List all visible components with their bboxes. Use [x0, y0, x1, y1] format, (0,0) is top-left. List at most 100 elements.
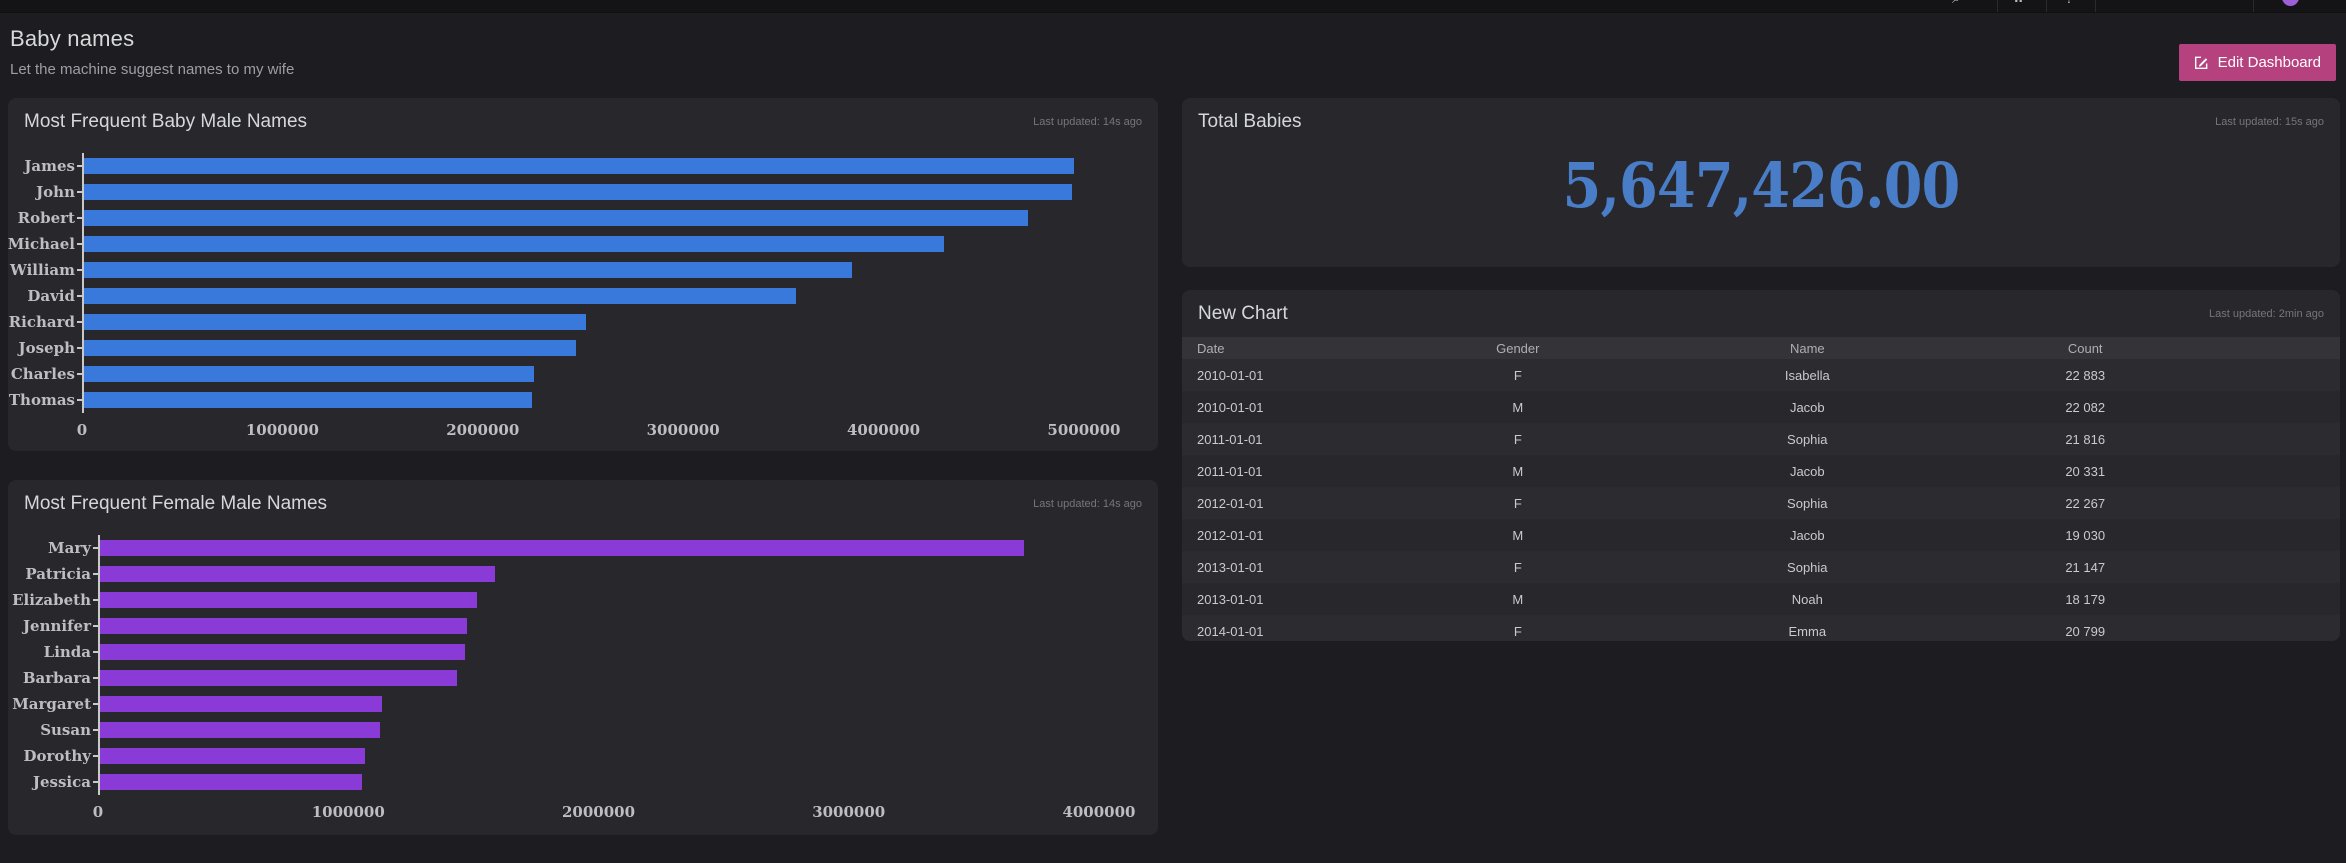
- bar: [84, 340, 576, 356]
- x-tick-label: 2000000: [562, 803, 635, 821]
- bar-row: Susan: [100, 717, 1124, 743]
- table-cell: 2013-01-01: [1182, 592, 1367, 607]
- y-tick-mark: [77, 295, 82, 297]
- panel-total-babies: Total Babies Last updated: 15s ago 5,647…: [1182, 98, 2340, 267]
- topbar-divider: [2046, 0, 2047, 12]
- chart-plot-area: JamesJohnRobertMichaelWilliamDavidRichar…: [82, 153, 1124, 413]
- edit-dashboard-button[interactable]: Edit Dashboard: [2179, 44, 2336, 81]
- bar-category-label: Barbara: [23, 669, 91, 687]
- table-row: 2012-01-01FSophia22 267: [1182, 487, 2340, 519]
- last-updated-label: Last updated: 15s ago: [2215, 116, 2324, 128]
- page-subtitle: Let the machine suggest names to my wife: [10, 61, 2336, 78]
- x-axis: 01000000200000030000004000000: [98, 797, 1124, 825]
- bar: [84, 392, 532, 408]
- table-header-row: DateGenderNameCount: [1182, 337, 2340, 359]
- bar: [100, 748, 365, 764]
- bar: [100, 722, 380, 738]
- table-cell: Jacob: [1668, 464, 1946, 479]
- bar-category-label: David: [27, 287, 75, 305]
- bar-category-label: Richard: [9, 313, 75, 331]
- bar-row: David: [84, 283, 1124, 309]
- table-cell: 2011-01-01: [1182, 464, 1367, 479]
- table-cell: F: [1367, 624, 1668, 639]
- bar-category-label: Robert: [18, 209, 75, 227]
- help-icon[interactable]: ?: [2065, 0, 2073, 6]
- apps-icon[interactable]: ⠿: [2013, 0, 2024, 6]
- male-names-bar-chart: JamesJohnRobertMichaelWilliamDavidRichar…: [24, 153, 1142, 443]
- bar-row: Jessica: [100, 769, 1124, 795]
- bar-category-label: Thomas: [9, 391, 75, 409]
- bar-category-label: Jennifer: [23, 617, 91, 635]
- bar: [84, 184, 1072, 200]
- bar-category-label: Elizabeth: [12, 591, 91, 609]
- y-tick-mark: [77, 321, 82, 323]
- topbar-divider: [2253, 0, 2254, 12]
- x-tick-label: 3000000: [647, 421, 720, 439]
- y-tick-mark: [93, 677, 98, 679]
- bar: [84, 262, 852, 278]
- search-icon[interactable]: ⌕: [1952, 0, 1960, 6]
- table-cell: 2011-01-01: [1182, 432, 1367, 447]
- panel-title: New Chart: [1198, 303, 1288, 325]
- y-tick-mark: [77, 243, 82, 245]
- table-row: 2011-01-01FSophia21 816: [1182, 423, 2340, 455]
- dashboard-grid: Most Frequent Baby Male Names Last updat…: [0, 98, 2346, 835]
- table-cell: 2012-01-01: [1182, 528, 1367, 543]
- bar: [100, 670, 457, 686]
- bar: [84, 158, 1074, 174]
- column-header-gender[interactable]: Gender: [1367, 341, 1668, 356]
- bar-row: Elizabeth: [100, 587, 1124, 613]
- bar-row: Robert: [84, 205, 1124, 231]
- table-cell: 21 147: [1946, 560, 2224, 575]
- panel-new-chart-table: New Chart Last updated: 2min ago DateGen…: [1182, 290, 2340, 641]
- bar-row: Michael: [84, 231, 1124, 257]
- table-cell: F: [1367, 560, 1668, 575]
- y-tick-mark: [77, 217, 82, 219]
- x-tick-label: 1000000: [312, 803, 385, 821]
- female-names-bar-chart: Mary Patricia Elizabeth Jennifer Linda Barbar…: [24, 535, 1142, 825]
- last-updated-label: Last updated: 2min ago: [2209, 308, 2324, 320]
- bar-category-label: Linda: [44, 643, 91, 661]
- bar-category-label: Susan: [40, 721, 91, 739]
- bar-category-label: William: [10, 261, 75, 279]
- y-tick-mark: [93, 599, 98, 601]
- bar-category-label: James: [24, 157, 75, 175]
- bar: [84, 366, 534, 382]
- table-cell: F: [1367, 432, 1668, 447]
- user-avatar[interactable]: [2282, 0, 2299, 6]
- dashboard-header: Baby names Let the machine suggest names…: [0, 13, 2346, 98]
- table-cell: M: [1367, 528, 1668, 543]
- bar-row: Thomas: [84, 387, 1124, 413]
- table-cell: 18 179: [1946, 592, 2224, 607]
- table-cell: 22 267: [1946, 496, 2224, 511]
- column-header-date[interactable]: Date: [1182, 341, 1367, 356]
- column-header-name[interactable]: Name: [1668, 341, 1946, 356]
- x-tick-label: 4000000: [1062, 803, 1135, 821]
- bar: [100, 774, 362, 790]
- table-row: 2011-01-01MJacob20 331: [1182, 455, 2340, 487]
- table-cell: F: [1367, 368, 1668, 383]
- bar-category-label: Patricia: [25, 565, 91, 583]
- table-cell: M: [1367, 400, 1668, 415]
- y-tick-mark: [93, 729, 98, 731]
- table-cell: Sophia: [1668, 560, 1946, 575]
- topbar-divider: [1997, 0, 1998, 12]
- table-cell: 22 082: [1946, 400, 2224, 415]
- y-tick-mark: [93, 651, 98, 653]
- bar-category-label: Michael: [8, 235, 75, 253]
- x-axis: 010000002000000300000040000005000000: [82, 415, 1124, 443]
- column-header-count[interactable]: Count: [1946, 341, 2224, 356]
- edit-pencil-icon: [2194, 55, 2209, 70]
- table-cell: 19 030: [1946, 528, 2224, 543]
- table-cell: M: [1367, 464, 1668, 479]
- table-cell: 2012-01-01: [1182, 496, 1367, 511]
- table-row: 2010-01-01MJacob22 082: [1182, 391, 2340, 423]
- table-cell: 2010-01-01: [1182, 400, 1367, 415]
- table-cell: Sophia: [1668, 432, 1946, 447]
- y-tick-mark: [77, 373, 82, 375]
- y-tick-mark: [77, 399, 82, 401]
- table-cell: Jacob: [1668, 400, 1946, 415]
- table-cell: 2014-01-01: [1182, 624, 1367, 639]
- bar: [100, 696, 382, 712]
- bar-category-label: Mary: [48, 539, 91, 557]
